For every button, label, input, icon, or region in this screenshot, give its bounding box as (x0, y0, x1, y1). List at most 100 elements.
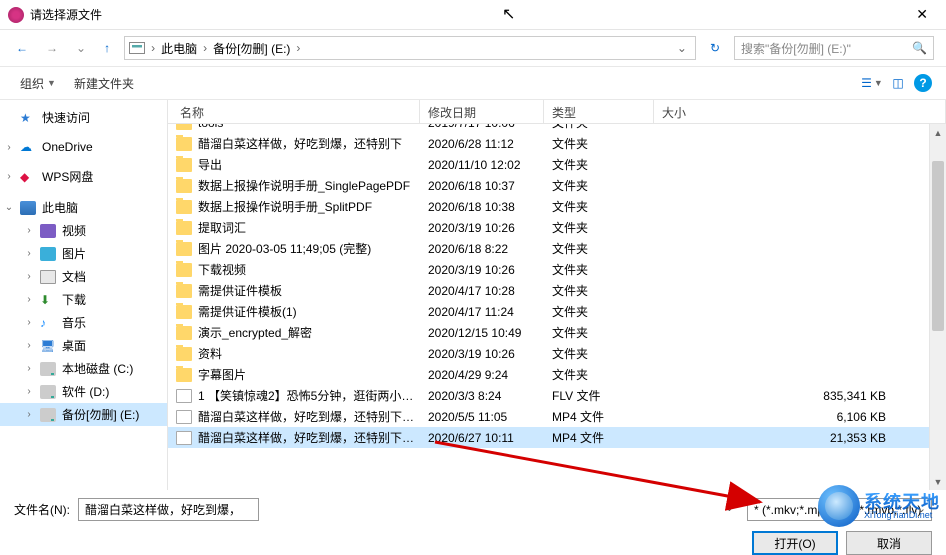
file-type: 文件夹 (552, 156, 662, 173)
scroll-up-button[interactable]: ▲ (930, 124, 946, 141)
navbar: ← → ⌄ ↑ › 此电脑 › 备份[勿删] (E:) › ⌄ ↻ 搜索"备份[… (0, 30, 946, 66)
sidebar-item[interactable]: ⌄此电脑 (0, 196, 167, 219)
table-row[interactable]: 醋溜白菜这样做，好吃到爆，还特别下饭...2020/6/27 10:11MP4 … (168, 427, 946, 448)
file-icon (176, 431, 192, 445)
organize-button[interactable]: 组织▼ (14, 71, 62, 96)
sidebar-item[interactable]: ›♪音乐 (0, 311, 167, 334)
table-row[interactable]: 需提供证件模板2020/4/17 10:28文件夹 (168, 280, 946, 301)
scroll-down-button[interactable]: ▼ (930, 473, 946, 490)
file-date: 2020/4/17 10:28 (428, 284, 552, 298)
file-name: 需提供证件模板(1) (198, 303, 297, 320)
table-row[interactable]: 需提供证件模板(1)2020/4/17 11:24文件夹 (168, 301, 946, 322)
table-row[interactable]: 提取词汇2020/3/19 10:26文件夹 (168, 217, 946, 238)
file-name: 醋溜白菜这样做，好吃到爆，还特别下饭... (198, 429, 422, 446)
filetype-filter[interactable]: * (*.mkv;*.mp4;*.rm;*.rmvb;*.flv) (747, 498, 932, 521)
breadcrumb[interactable]: › 此电脑 › 备份[勿删] (E:) › ⌄ (124, 36, 696, 60)
recent-dropdown[interactable]: ⌄ (72, 37, 90, 59)
expand-icon[interactable]: › (4, 142, 14, 153)
file-date: 2020/4/29 9:24 (428, 368, 552, 382)
expand-icon[interactable]: › (24, 271, 34, 282)
column-size[interactable]: 大小 (654, 100, 946, 123)
help-icon[interactable]: ? (914, 74, 932, 92)
table-row[interactable]: 字幕图片2020/4/29 9:24文件夹 (168, 364, 946, 385)
breadcrumb-seg-drive[interactable]: 备份[勿删] (E:) (209, 40, 294, 57)
sidebar-item[interactable]: ›本地磁盘 (C:) (0, 357, 167, 380)
sidebar-item[interactable]: ›视频 (0, 219, 167, 242)
sidebar-item[interactable]: ★快速访问 (0, 106, 167, 129)
file-size: 835,341 KB (662, 389, 946, 403)
forward-button[interactable]: → (42, 37, 62, 59)
breadcrumb-seg-pc[interactable]: 此电脑 (157, 40, 201, 57)
table-row[interactable]: tools2019/7/17 10:06文件夹 (168, 124, 946, 133)
chevron-right-icon[interactable]: › (294, 41, 302, 55)
scrollbar[interactable]: ▲ ▼ (929, 124, 946, 490)
scroll-track[interactable] (930, 141, 946, 473)
sidebar: ★快速访问›☁OneDrive›◆WPS网盘⌄此电脑›视频›图片›文档›⬇下载›… (0, 100, 168, 490)
file-name: 醋溜白菜这样做，好吃到爆，还特别下饭... (198, 408, 422, 425)
new-folder-button[interactable]: 新建文件夹 (68, 71, 140, 96)
preview-pane-button[interactable]: ◫ (888, 75, 908, 91)
table-row[interactable]: 醋溜白菜这样做，好吃到爆，还特别下饭...2020/5/5 11:05MP4 文… (168, 406, 946, 427)
scroll-thumb[interactable] (932, 161, 944, 331)
expand-icon[interactable]: ⌄ (4, 202, 14, 213)
file-name: 醋溜白菜这样做，好吃到爆，还特别下 (198, 135, 402, 152)
sidebar-item-label: 图片 (62, 245, 86, 262)
file-name: tools (198, 124, 223, 130)
breadcrumb-dropdown[interactable]: ⌄ (673, 41, 691, 55)
refresh-button[interactable]: ↻ (706, 37, 724, 59)
expand-icon[interactable]: › (24, 248, 34, 259)
chevron-right-icon[interactable]: › (149, 41, 157, 55)
table-row[interactable]: 导出2020/11/10 12:02文件夹 (168, 154, 946, 175)
close-icon[interactable]: ✕ (906, 2, 938, 27)
back-button[interactable]: ← (12, 37, 32, 59)
expand-icon[interactable]: › (24, 294, 34, 305)
table-row[interactable]: 1 【笑镇惊魂2】恐怖5分钟，逛街两小时...2020/3/3 8:24FLV … (168, 385, 946, 406)
file-type: 文件夹 (552, 366, 662, 383)
file-size: 21,353 KB (662, 431, 946, 445)
column-date[interactable]: 修改日期 (420, 100, 544, 123)
file-date: 2020/6/18 8:22 (428, 242, 552, 256)
expand-icon[interactable]: › (4, 171, 14, 182)
search-icon[interactable]: 🔍 (912, 41, 927, 55)
file-date: 2020/11/10 12:02 (428, 158, 552, 172)
file-name: 图片 2020-03-05 11;49;05 (完整) (198, 240, 371, 257)
table-row[interactable]: 演示_encrypted_解密2020/12/15 10:49文件夹 (168, 322, 946, 343)
sidebar-item[interactable]: › 图片 (0, 242, 167, 265)
expand-icon[interactable]: › (24, 225, 34, 236)
sidebar-item[interactable]: ›⬇下载 (0, 288, 167, 311)
expand-icon[interactable]: › (24, 317, 34, 328)
up-button[interactable]: ↑ (100, 37, 114, 59)
table-row[interactable]: 图片 2020-03-05 11;49;05 (完整) 2020/6/18 8:2… (168, 238, 946, 259)
table-row[interactable]: 数据上报操作说明手册_SinglePagePDF2020/6/18 10:37文… (168, 175, 946, 196)
open-button[interactable]: 打开(O) (752, 531, 838, 555)
expand-icon[interactable]: › (24, 340, 34, 351)
search-input[interactable]: 搜索"备份[勿删] (E:)" 🔍 (734, 36, 934, 60)
column-type[interactable]: 类型 (544, 100, 654, 123)
disk-icon (40, 362, 56, 376)
table-row[interactable]: 数据上报操作说明手册_SplitPDF2020/6/18 10:38文件夹 (168, 196, 946, 217)
folder-icon (176, 200, 192, 214)
sidebar-item[interactable]: ›🖥桌面 (0, 334, 167, 357)
file-type: 文件夹 (552, 124, 662, 131)
expand-icon[interactable]: › (24, 409, 34, 420)
chevron-right-icon[interactable]: › (201, 41, 209, 55)
expand-icon[interactable]: › (24, 386, 34, 397)
sidebar-item-label: 下载 (62, 291, 86, 308)
expand-icon[interactable]: › (24, 363, 34, 374)
file-list: tools2019/7/17 10:06文件夹醋溜白菜这样做，好吃到爆，还特别下… (168, 124, 946, 448)
sidebar-item[interactable]: ›文档 (0, 265, 167, 288)
filename-input[interactable] (78, 498, 259, 521)
table-row[interactable]: 下载视频2020/3/19 10:26文件夹 (168, 259, 946, 280)
sidebar-item[interactable]: ›☁OneDrive (0, 137, 167, 157)
column-name[interactable]: 名称 (168, 100, 420, 123)
table-row[interactable]: 资料2020/3/19 10:26文件夹 (168, 343, 946, 364)
cancel-button[interactable]: 取消 (846, 531, 932, 555)
sidebar-item[interactable]: ›◆WPS网盘 (0, 165, 167, 188)
file-icon (176, 389, 192, 403)
view-options-button[interactable]: ☰▼ (862, 75, 882, 91)
sidebar-item-label: 备份[勿删] (E:) (62, 406, 139, 423)
filename-combo[interactable] (78, 498, 739, 521)
sidebar-item[interactable]: ›软件 (D:) (0, 380, 167, 403)
sidebar-item[interactable]: › 备份[勿删] (E:) (0, 403, 167, 426)
table-row[interactable]: 醋溜白菜这样做，好吃到爆，还特别下2020/6/28 11:12文件夹 (168, 133, 946, 154)
